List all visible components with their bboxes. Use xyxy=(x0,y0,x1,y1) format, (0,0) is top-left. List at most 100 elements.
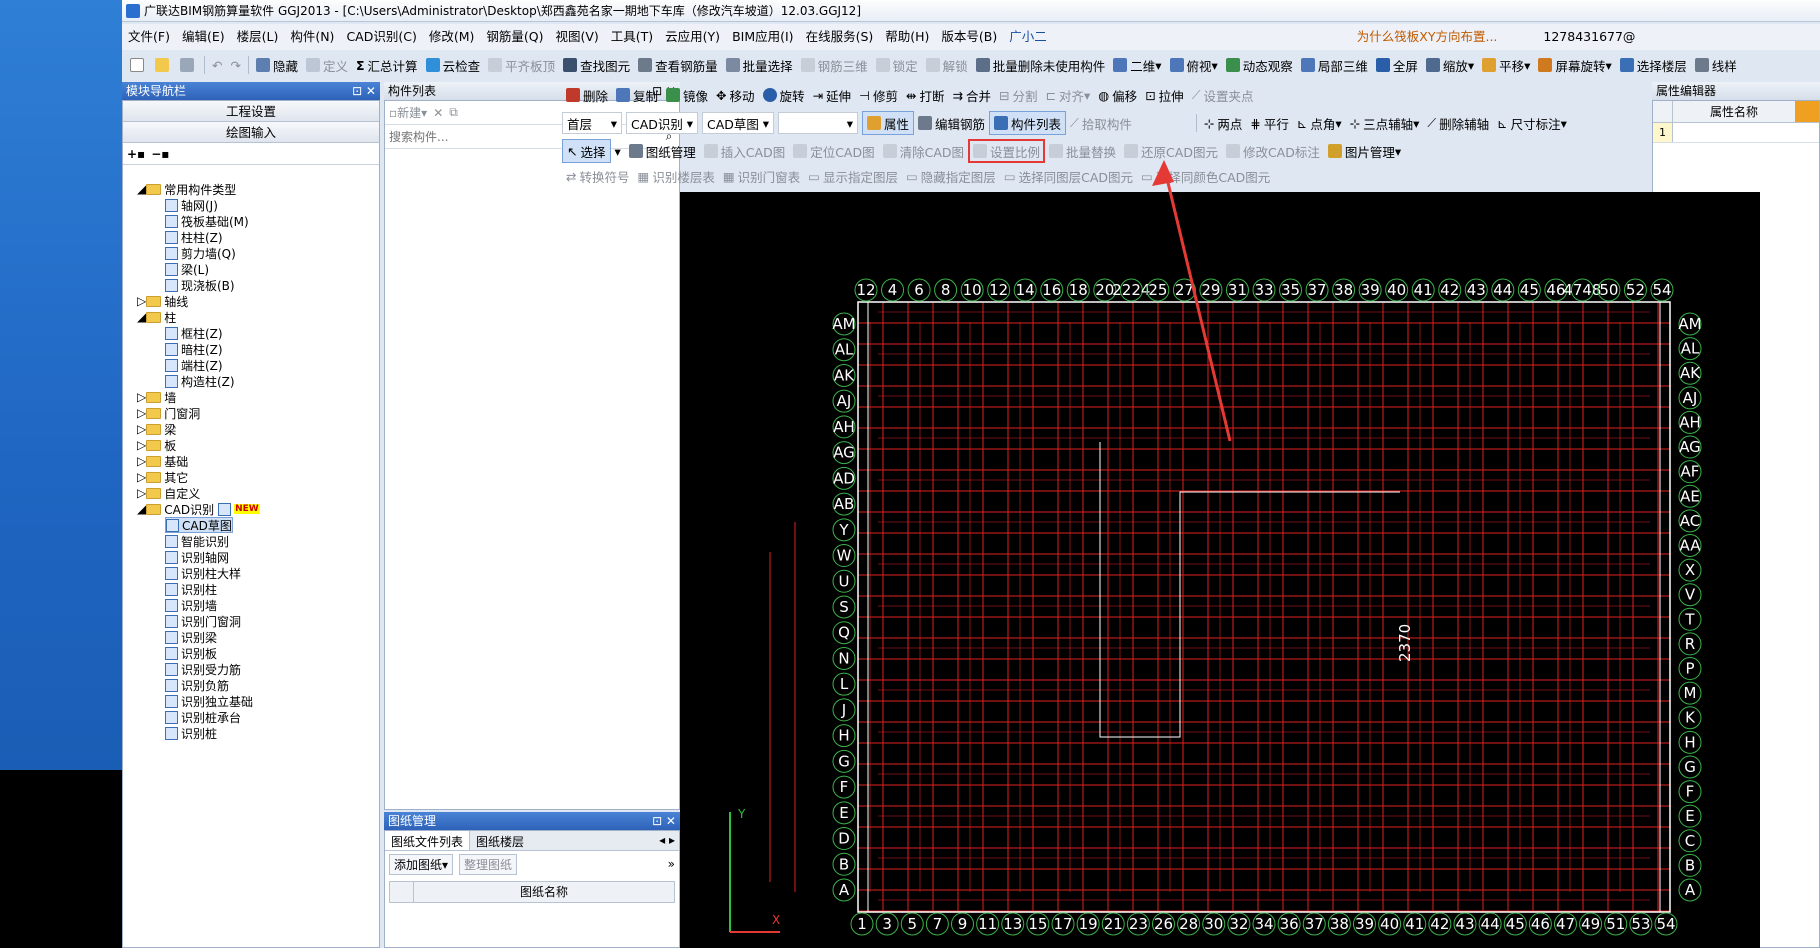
tree-group-axis[interactable]: ▷ 轴线 xyxy=(137,293,188,309)
hide-layer-button[interactable]: ▭ 隐藏指定图层 xyxy=(902,164,1000,188)
user-account[interactable]: 1278431677@ xyxy=(1537,25,1641,49)
mirror-button[interactable]: 镜像 xyxy=(662,83,712,107)
two-point-axis-button[interactable]: ⊹ 两点 xyxy=(1200,111,1247,135)
component-list-button[interactable]: 构件列表 xyxy=(989,111,1067,135)
local-3d-button[interactable]: 局部三维 xyxy=(1297,53,1372,77)
tree-group-cad-recognize[interactable]: ◢ CAD识别 NEW xyxy=(137,501,260,517)
save-button[interactable] xyxy=(176,53,201,77)
delete-icon[interactable]: ✕ xyxy=(433,106,443,120)
add-drawing-button[interactable]: 添加图纸▾ xyxy=(389,853,454,875)
tree-item-recognize-main-rebar[interactable]: 识别受力筋 xyxy=(165,661,241,677)
menu-component[interactable]: 构件(N) xyxy=(284,25,340,49)
property-row[interactable]: 1 xyxy=(1653,123,1819,143)
more-icon[interactable]: » xyxy=(668,857,679,871)
align-slab-top-button[interactable]: 平齐板顶 xyxy=(484,53,559,77)
property-cell[interactable] xyxy=(1673,123,1819,142)
new-component-button[interactable]: ▫新建▾ xyxy=(389,104,427,121)
organize-drawing-button[interactable]: 整理图纸 xyxy=(459,853,518,875)
zoom-dropdown[interactable]: 缩放 ▾ xyxy=(1422,53,1478,77)
open-button[interactable] xyxy=(151,53,176,77)
menu-bim[interactable]: BIM应用(I) xyxy=(726,25,800,49)
tree-item-recognize-opening[interactable]: 识别门窗洞 xyxy=(165,613,241,629)
point-angle-button[interactable]: ⊾ 点角 ▾ xyxy=(1293,111,1346,135)
tree-group-foundation[interactable]: ▷ 基础 xyxy=(137,453,188,469)
tree-item-recognize-column[interactable]: 识别柱 xyxy=(165,581,217,597)
batch-replace-button[interactable]: 批量替换 xyxy=(1045,139,1120,163)
tree-item-hidden-column[interactable]: 暗柱(Z) xyxy=(165,341,223,357)
tree-group-wall[interactable]: ▷ 墙 xyxy=(137,389,176,405)
menu-file[interactable]: 文件(F) xyxy=(122,25,176,49)
offset-button[interactable]: ◍ 偏移 xyxy=(1094,83,1141,107)
extend-button[interactable]: ⇥ 延伸 xyxy=(809,83,856,107)
menu-cloud[interactable]: 云应用(Y) xyxy=(659,25,726,49)
dynamic-view-button[interactable]: 动态观察 xyxy=(1222,53,1297,77)
tree-group-slab[interactable]: ▷ 板 xyxy=(137,437,176,453)
menu-floor[interactable]: 楼层(L) xyxy=(231,25,285,49)
align-button[interactable]: ⊏ 对齐 ▾ xyxy=(1041,83,1094,107)
tree-item-slab[interactable]: 现浇板(B) xyxy=(165,277,235,293)
three-point-axis-button[interactable]: ⊹ 三点辅轴 ▾ xyxy=(1346,111,1424,135)
tree-group-opening[interactable]: ▷ 门窗洞 xyxy=(137,405,200,421)
find-element-button[interactable]: 查找图元 xyxy=(559,53,634,77)
tree-item-beam[interactable]: 梁(L) xyxy=(165,261,209,277)
pin-close-icon[interactable]: ⊡ ✕ xyxy=(352,82,380,100)
tree-item-frame-column[interactable]: 框柱(Z) xyxy=(165,325,223,341)
collapse-all-icon[interactable]: −▪ xyxy=(151,147,169,161)
pan-dropdown[interactable]: 平移 ▾ xyxy=(1478,53,1534,77)
tree-item-recognize-beam[interactable]: 识别梁 xyxy=(165,629,217,645)
expand-all-icon[interactable]: +▪ xyxy=(127,147,145,161)
select-floor-button[interactable]: 选择楼层 xyxy=(1616,53,1691,77)
merge-button[interactable]: ⇉ 合并 xyxy=(948,83,995,107)
pick-component-button[interactable]: ⟋ 拾取构件 xyxy=(1066,111,1136,135)
tree-group-beam[interactable]: ▷ 梁 xyxy=(137,421,176,437)
set-grip-button[interactable]: ⟋ 设置夹点 xyxy=(1188,83,1258,107)
sub-type-select[interactable]: CAD草图 ▾ xyxy=(702,112,774,134)
tree-item-recognize-neg-rebar[interactable]: 识别负筋 xyxy=(165,677,229,693)
type-select[interactable]: CAD识别 ▾ xyxy=(626,112,698,134)
component-select[interactable]: ▾ xyxy=(778,112,858,134)
move-button[interactable]: ✥ 移动 xyxy=(712,83,759,107)
select-button[interactable]: ↖ 选择 xyxy=(562,139,611,163)
tree-item-construct-column[interactable]: 构造柱(Z) xyxy=(165,373,235,389)
copy-icon[interactable]: ⧉ xyxy=(449,105,458,120)
tree-item-recognize-axis[interactable]: 识别轴网 xyxy=(165,549,229,565)
batch-select-button[interactable]: 批量选择 xyxy=(722,53,797,77)
menu-assistant[interactable]: 广小二 xyxy=(1003,25,1053,49)
tree-item-axis-grid[interactable]: 轴网(J) xyxy=(165,197,218,213)
delete-axis-button[interactable]: ⟋ 删除辅轴 xyxy=(1423,111,1493,135)
copy-button[interactable]: 复制 xyxy=(612,83,662,107)
tree-group-column[interactable]: ◢ 柱 xyxy=(137,309,176,325)
drawing-input-button[interactable]: 绘图输入 xyxy=(123,122,379,143)
trim-button[interactable]: ⊣ 修剪 xyxy=(855,83,902,107)
fullscreen-button[interactable]: 全屏 xyxy=(1372,53,1422,77)
tree-item-recognize-pile[interactable]: 识别桩 xyxy=(165,725,217,741)
menu-version[interactable]: 版本号(B) xyxy=(935,25,1003,49)
tab-drawing-files[interactable]: 图纸文件列表 xyxy=(385,831,471,850)
rotate-button[interactable]: 旋转 xyxy=(759,83,809,107)
notice-text[interactable]: 为什么筏板XY方向布置... xyxy=(1351,25,1504,49)
view-2d-dropdown[interactable]: 二维 ▾ xyxy=(1109,53,1165,77)
select-dropdown[interactable]: ▾ xyxy=(611,139,625,163)
menu-rebar-quantity[interactable]: 钢筋量(Q) xyxy=(480,25,549,49)
drawing-manage-button[interactable]: 图纸管理 xyxy=(625,139,700,163)
floor-select[interactable]: 首层 ▾ xyxy=(562,112,622,134)
menu-view[interactable]: 视图(V) xyxy=(549,25,604,49)
unlock-button[interactable]: 解锁 xyxy=(922,53,972,77)
tree-item-recognize-footing[interactable]: 识别独立基础 xyxy=(165,693,253,709)
tree-item-end-column[interactable]: 端柱(Z) xyxy=(165,357,223,373)
tree-group-custom[interactable]: ▷ 自定义 xyxy=(137,485,200,501)
lock-button[interactable]: 锁定 xyxy=(872,53,922,77)
stretch-button[interactable]: ⊡ 拉伸 xyxy=(1141,83,1188,107)
tree-item-column[interactable]: 柱柱(Z) xyxy=(165,229,223,245)
pin-close-icon[interactable]: ⊡ ✕ xyxy=(652,812,680,830)
tab-scroll-icon[interactable]: ◂ ▸ xyxy=(655,831,679,850)
menu-modify[interactable]: 修改(M) xyxy=(423,25,481,49)
screen-rotate-dropdown[interactable]: 屏幕旋转 ▾ xyxy=(1534,53,1615,77)
dimension-button[interactable]: ⊾ 尺寸标注 ▾ xyxy=(1493,111,1571,135)
batch-delete-button[interactable]: 批量删除未使用构件 xyxy=(972,53,1110,77)
image-manage-button[interactable]: 图片管理 ▾ xyxy=(1324,139,1405,163)
project-settings-button[interactable]: 工程设置 xyxy=(123,101,379,122)
undo-button[interactable]: ↶ xyxy=(208,53,226,77)
line-style-button[interactable]: 线样 xyxy=(1691,53,1741,77)
cloud-check-button[interactable]: 云检查 xyxy=(422,53,485,77)
